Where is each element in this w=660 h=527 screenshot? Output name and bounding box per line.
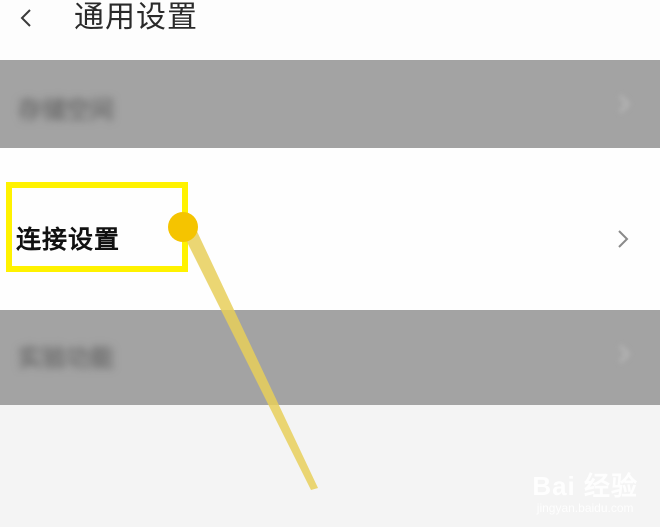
- watermark-main: Bai 经验: [532, 471, 638, 501]
- annotation-highlight-box: [6, 182, 188, 272]
- chevron-right-icon: [618, 230, 629, 248]
- row-label-blurred: 实验功能: [18, 344, 114, 372]
- watermark-sub: jingyan.baidu.com: [536, 501, 634, 515]
- chevron-right-icon: [619, 345, 630, 363]
- page-title: 通用设置: [74, 0, 198, 35]
- header-bar: 通用设置: [0, 0, 660, 60]
- chevron-right-icon: [619, 95, 630, 113]
- row-label-blurred: 存储空间: [18, 96, 114, 124]
- baidu-jingyan-watermark: Bai 经验 jingyan.baidu.com: [532, 466, 638, 515]
- chevron-left-icon[interactable]: [14, 4, 38, 32]
- settings-row-storage[interactable]: 存储空间: [0, 60, 660, 148]
- settings-row-experimental[interactable]: 实验功能: [0, 310, 660, 405]
